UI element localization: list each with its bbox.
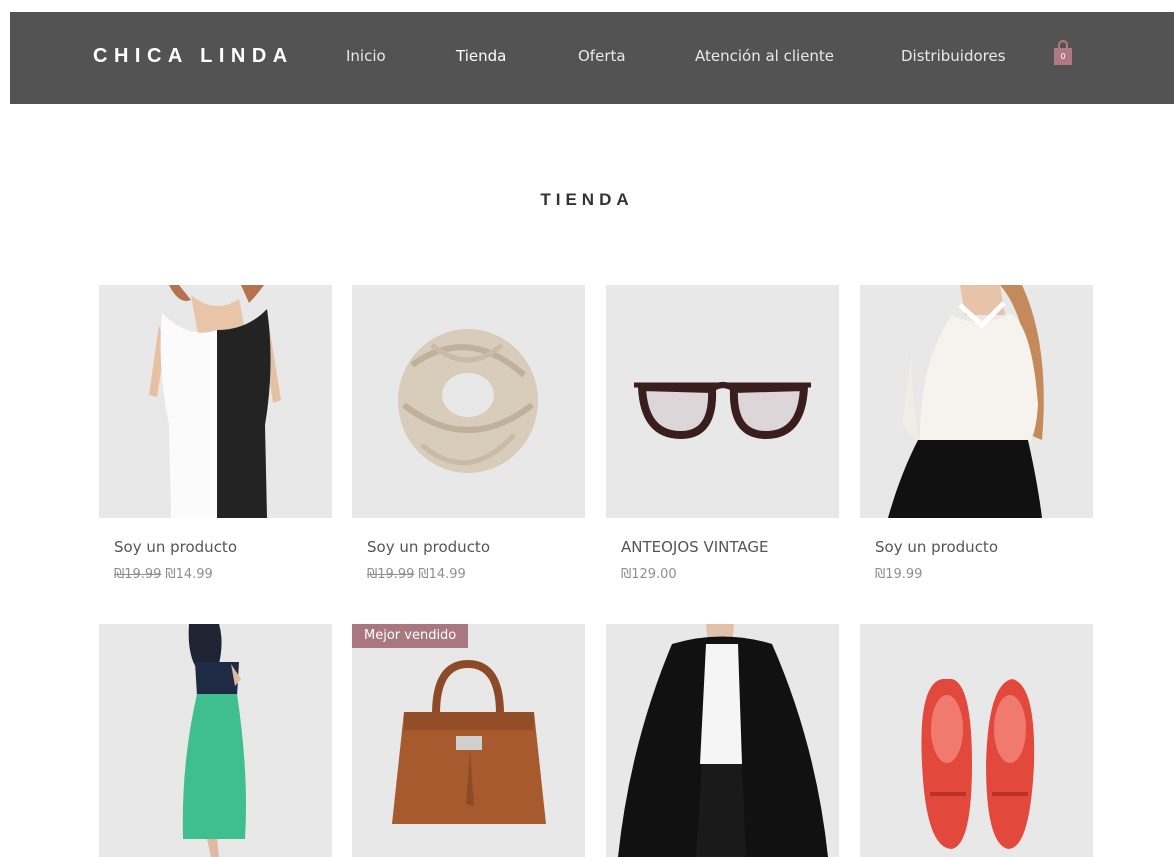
product-image-dress[interactable] bbox=[99, 285, 332, 518]
nav-item-distribuidores[interactable]: Distribuidores bbox=[901, 47, 1006, 65]
nav-item-inicio[interactable]: Inicio bbox=[346, 47, 386, 65]
cart-icon[interactable]: 0 bbox=[1053, 40, 1073, 66]
product-name[interactable]: ANTEOJOS VINTAGE bbox=[621, 538, 768, 556]
product-image-glasses[interactable] bbox=[606, 285, 839, 518]
product-image-blouse[interactable] bbox=[860, 285, 1093, 518]
product-name[interactable]: Soy un producto bbox=[367, 538, 490, 556]
page-title: TIENDA bbox=[540, 190, 634, 209]
sale-price: ₪129.00 bbox=[621, 567, 677, 582]
product-price: ₪19.99 ₪14.99 bbox=[367, 567, 466, 582]
nav-item-atencion[interactable]: Atención al cliente bbox=[695, 47, 834, 65]
product-price: ₪19.99 bbox=[875, 567, 922, 582]
original-price: ₪19.99 bbox=[114, 567, 162, 582]
product-price: ₪19.99 ₪14.99 bbox=[114, 567, 213, 582]
product-price: ₪129.00 bbox=[621, 567, 677, 582]
best-seller-badge: Mejor vendido bbox=[352, 624, 469, 648]
site-header: CHICA LINDA Inicio Tienda Oferta Atenció… bbox=[10, 12, 1174, 104]
product-image-loafers[interactable] bbox=[860, 624, 1093, 857]
brand-logo[interactable]: CHICA LINDA bbox=[93, 45, 294, 68]
nav-item-oferta[interactable]: Oferta bbox=[578, 47, 626, 65]
original-price: ₪19.99 bbox=[367, 567, 415, 582]
product-image-scarf[interactable] bbox=[352, 285, 585, 518]
product-image-skirt[interactable] bbox=[99, 624, 332, 857]
cart-count: 0 bbox=[1060, 52, 1066, 61]
product-image-handbag[interactable] bbox=[352, 624, 585, 857]
nav-item-tienda[interactable]: Tienda bbox=[456, 47, 506, 65]
sale-price: ₪14.99 bbox=[418, 567, 466, 582]
product-name[interactable]: Soy un producto bbox=[875, 538, 998, 556]
sale-price: ₪19.99 bbox=[875, 567, 923, 582]
sale-price: ₪14.99 bbox=[165, 567, 213, 582]
product-name[interactable]: Soy un producto bbox=[114, 538, 237, 556]
product-image-coat[interactable] bbox=[606, 624, 839, 857]
